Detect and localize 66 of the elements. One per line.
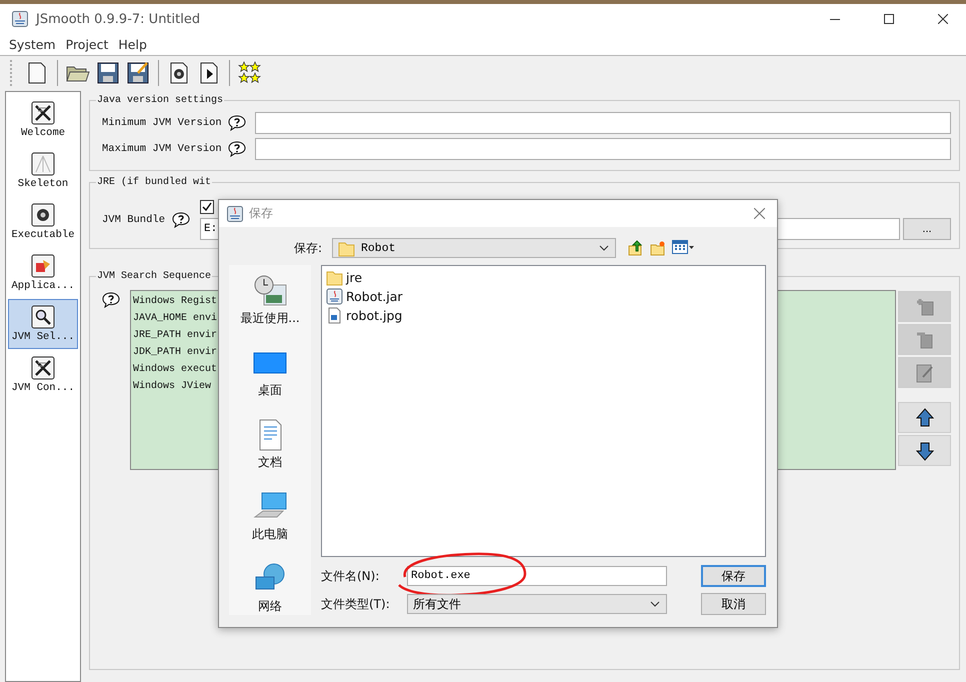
- maximize-icon: [884, 14, 894, 24]
- file-name-label: 文件名(N):: [321, 568, 380, 584]
- group-title: JRE (if bundled wit: [96, 177, 212, 188]
- save-button[interactable]: 保存: [701, 565, 766, 587]
- cancel-button[interactable]: 取消: [701, 593, 766, 615]
- chevron-down-icon: [650, 601, 660, 607]
- folder-icon: [326, 269, 343, 286]
- place-item[interactable]: 网络: [252, 561, 288, 615]
- sidebar-item[interactable]: Applica...: [8, 248, 78, 298]
- text-field[interactable]: [255, 112, 951, 134]
- menu-item[interactable]: Project: [66, 37, 108, 52]
- file-type-dropdown[interactable]: 所有文件: [407, 594, 667, 614]
- save-as-icon[interactable]: [126, 60, 150, 84]
- sidebar-item[interactable]: JVM Con...: [8, 350, 78, 400]
- place-item[interactable]: 桌面: [252, 345, 288, 399]
- window-title: JSmooth 0.9.9-7: Untitled: [36, 12, 202, 26]
- help-icon[interactable]: [228, 115, 246, 131]
- help-icon[interactable]: [102, 292, 120, 308]
- field-label: JVM Bundle: [102, 214, 166, 226]
- sidebar-item[interactable]: Welcome: [8, 95, 78, 145]
- stars-icon[interactable]: [238, 60, 262, 84]
- chevron-down-icon: [599, 245, 609, 251]
- place-item[interactable]: 此电脑: [252, 489, 288, 543]
- field-label: Minimum JVM Version: [102, 117, 223, 129]
- magnifier-icon: [31, 305, 55, 329]
- app-icon: [31, 254, 55, 278]
- save-in-label: 保存:: [292, 240, 323, 256]
- clock-document-icon: [252, 273, 288, 307]
- minimize-icon: [830, 18, 840, 20]
- up-folder-icon[interactable]: [628, 240, 644, 256]
- close-icon: [938, 14, 948, 24]
- image-file-icon: [326, 307, 343, 324]
- app-icon: [12, 11, 28, 27]
- tools-icon: [31, 101, 55, 125]
- file-item[interactable]: robot.jpg: [326, 306, 761, 325]
- close-icon: [754, 208, 764, 219]
- save-icon[interactable]: [96, 60, 120, 84]
- dialog-icon: [227, 206, 243, 222]
- place-item[interactable]: 最近使用...: [240, 273, 300, 327]
- checkbox[interactable]: [200, 200, 214, 214]
- down-button[interactable]: [898, 435, 951, 466]
- file-type-label: 文件类型(T):: [321, 596, 391, 612]
- group-title: JVM Search Sequence: [96, 271, 212, 282]
- menu-item[interactable]: Help: [118, 37, 147, 52]
- sidebar-item[interactable]: JVM Sel...: [8, 299, 78, 349]
- file-item[interactable]: Robot.jar: [326, 287, 761, 306]
- menu-item[interactable]: System: [9, 37, 56, 52]
- group-title: Java version settings: [96, 95, 224, 106]
- sidebar-item[interactable]: Skeleton: [8, 146, 78, 196]
- folder-dropdown[interactable]: Robot: [332, 238, 616, 258]
- browse-button[interactable]: ...: [903, 218, 951, 240]
- sidebar-item[interactable]: Executable: [8, 197, 78, 247]
- help-icon[interactable]: [172, 212, 190, 228]
- tools-icon: [31, 356, 55, 380]
- dialog-title: 保存: [249, 205, 274, 222]
- field-label: Maximum JVM Version: [102, 143, 223, 155]
- up-button[interactable]: [898, 402, 951, 433]
- new-folder-icon[interactable]: [650, 240, 666, 256]
- file-name-field[interactable]: Robot.exe: [407, 566, 667, 586]
- file-item[interactable]: jre: [326, 268, 761, 287]
- skeleton-icon: [31, 152, 55, 176]
- java-file-icon: [326, 288, 343, 305]
- place-item[interactable]: 文档: [252, 417, 288, 471]
- text-field[interactable]: [255, 138, 951, 160]
- view-menu-icon[interactable]: [672, 240, 694, 254]
- help-icon[interactable]: [228, 141, 246, 157]
